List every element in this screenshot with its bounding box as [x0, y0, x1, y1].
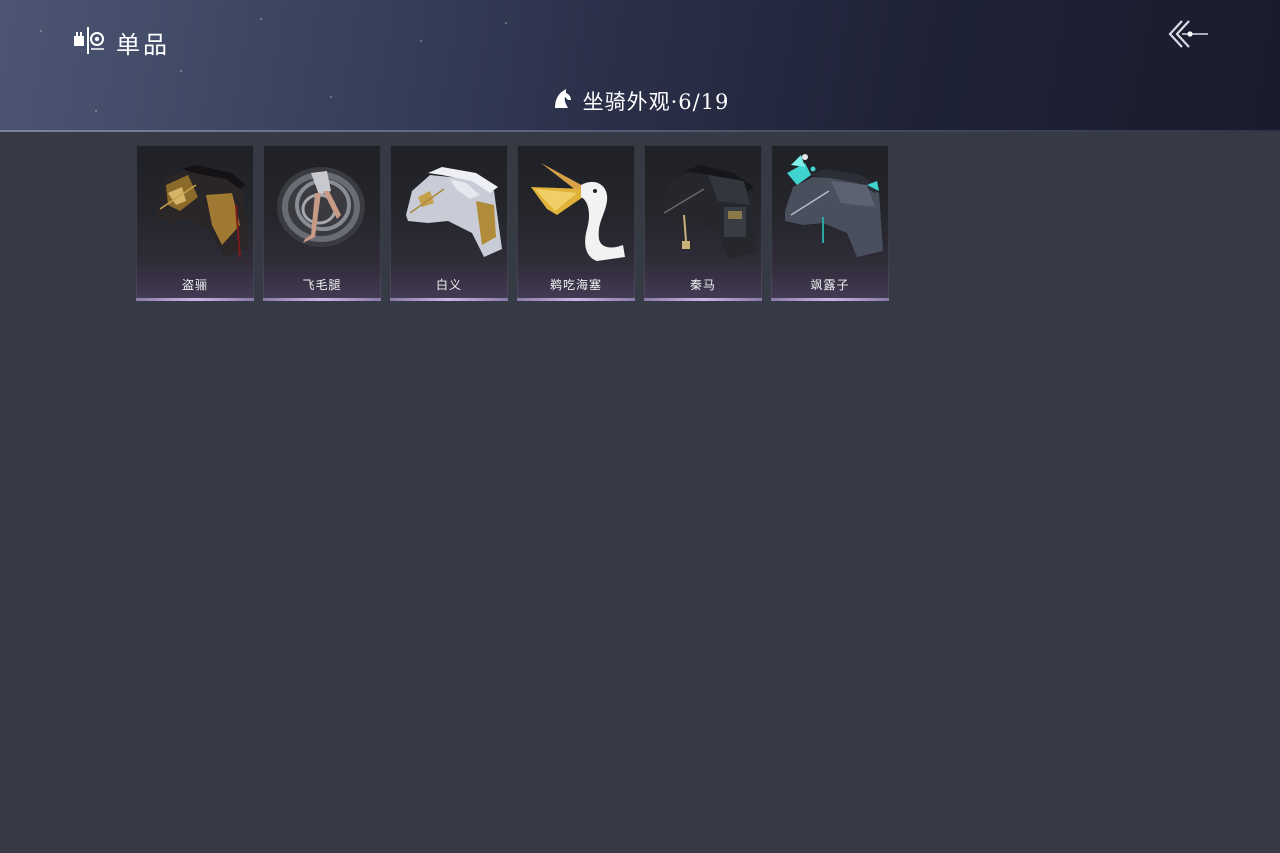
armored-dark-horse-icon	[156, 165, 248, 258]
item-card[interactable]: 白义	[390, 145, 508, 301]
back-arrow-icon	[1168, 20, 1208, 48]
item-name: 白义	[435, 278, 462, 292]
item-name: 飞毛腿	[302, 278, 342, 292]
item-card[interactable]: 飞毛腿	[263, 145, 381, 301]
top-header: 单品 坐骑外观·6/19	[0, 0, 1280, 132]
collection-heading: 坐骑外观·6/19	[0, 84, 1280, 118]
item-name: 盗骊	[181, 278, 208, 292]
item-name: 飒露子	[810, 278, 850, 292]
star-speck	[260, 18, 262, 20]
white-horse-icon	[406, 167, 502, 257]
pelican-icon	[531, 163, 625, 261]
collection-title: 坐骑外观·6/19	[582, 90, 730, 114]
star-speck	[40, 30, 42, 32]
item-card[interactable]: 秦马	[644, 145, 762, 301]
star-speck	[180, 70, 182, 72]
horse-head-icon	[551, 88, 573, 115]
item-card[interactable]: 飒露子	[771, 145, 889, 301]
item-card[interactable]: 鹈吃海塞	[517, 145, 635, 301]
item-card[interactable]: 盗骊	[136, 145, 254, 301]
item-name: 鹈吃海塞	[549, 278, 602, 292]
star-speck	[505, 22, 507, 24]
item-name: 秦马	[689, 278, 716, 292]
star-speck	[420, 40, 422, 42]
black-armored-horse-icon	[660, 165, 756, 259]
wardrobe-icon	[72, 24, 106, 60]
item-grid: 盗骊 飞毛腿 白义 鹈吃海塞 秦马 飒露子	[136, 145, 889, 301]
back-button[interactable]	[1164, 18, 1212, 52]
page-title: 单品	[116, 30, 170, 59]
teal-ornament-horse-icon	[785, 154, 883, 257]
spinning-legs-icon	[277, 167, 365, 247]
page-header: 单品	[72, 24, 170, 60]
